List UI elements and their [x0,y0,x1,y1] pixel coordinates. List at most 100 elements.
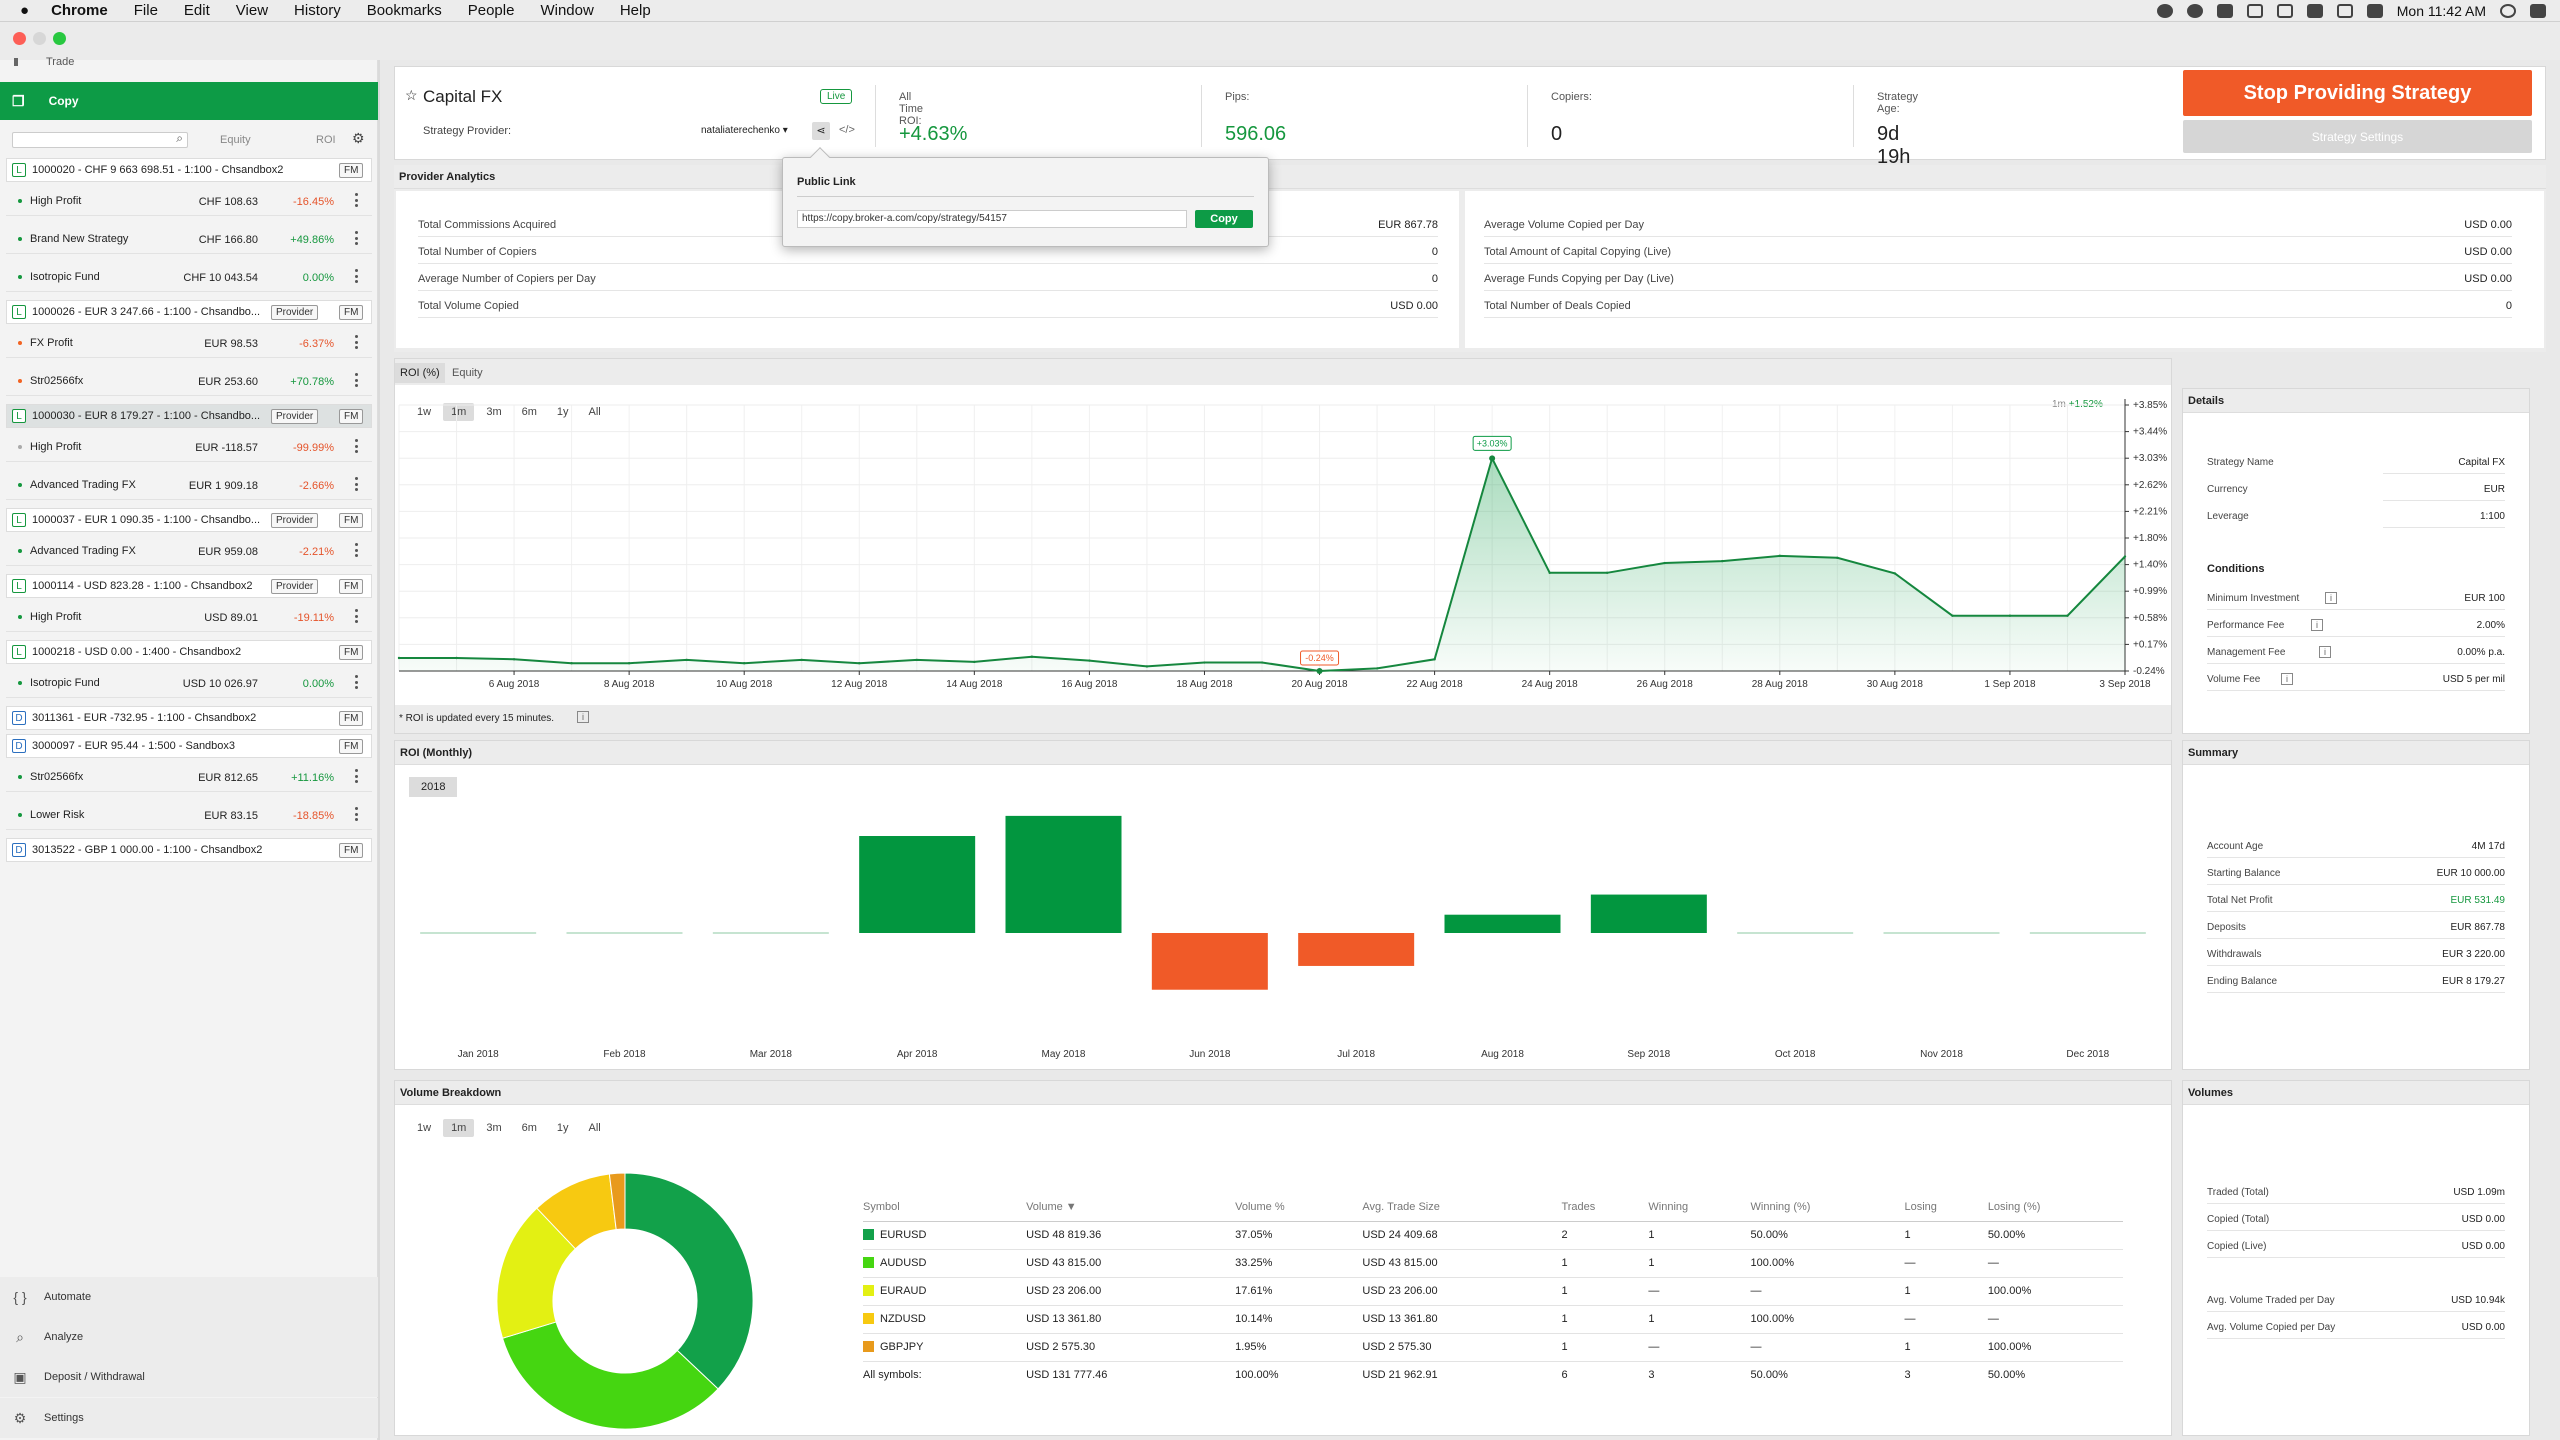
more-options-icon[interactable] [355,193,358,207]
public-link-url-field[interactable]: https://copy.broker-a.com/copy/strategy/… [797,210,1187,228]
strategy-row[interactable]: Brand New Strategy CHF 166.80 +49.86% [6,224,372,254]
keyboard-input-icon[interactable] [2366,4,2383,18]
nav-trade[interactable]: Trade [0,56,378,82]
nav-deposit-withdrawal[interactable]: ▣ Deposit / Withdrawal [0,1357,378,1397]
nav-analyze[interactable]: ⌕ Analyze [0,1317,378,1357]
sidebar-settings-gear-icon[interactable]: ⚙ [352,130,365,147]
menu-file[interactable]: File [134,2,158,19]
strategy-row[interactable]: High Profit EUR -118.57 -99.99% [6,432,372,462]
range-3m[interactable]: 3m [478,1119,509,1137]
strategy-row[interactable]: FX Profit EUR 98.53 -6.37% [6,328,372,358]
more-options-icon[interactable] [355,609,358,623]
tab-equity[interactable]: Equity [447,363,488,383]
account-row[interactable]: D 3011361 - EUR -732.95 - 1:100 - Chsandb… [6,706,372,730]
fm-tag[interactable]: FM [339,305,364,320]
more-options-icon[interactable] [355,439,358,453]
strategy-row[interactable]: Isotropic Fund USD 10 026.97 0.00% [6,668,372,698]
copy-link-button[interactable]: Copy [1195,210,1253,228]
embed-code-icon[interactable]: </> [839,124,855,136]
nav-settings[interactable]: ⚙ Settings [0,1398,378,1438]
more-options-icon[interactable] [355,543,358,557]
wifi-icon[interactable] [2276,4,2293,18]
volume-donut-chart[interactable] [495,1171,755,1431]
account-row[interactable]: L 1000037 - EUR 1 090.35 - 1:100 - Chsand… [6,508,372,532]
strategy-row[interactable]: Advanced Trading FX EUR 959.08 -2.21% [6,536,372,566]
minimize-window-button[interactable] [33,32,46,45]
more-options-icon[interactable] [355,807,358,821]
menu-people[interactable]: People [468,2,515,19]
menubar-clock[interactable]: Mon 11:42 AM [2397,3,2486,19]
more-options-icon[interactable] [355,373,358,387]
account-row[interactable]: D 3013522 - GBP 1 000.00 - 1:100 - Chsand… [6,838,372,862]
strategy-row[interactable]: Str02566fx EUR 812.65 +11.16% [6,762,372,792]
fm-tag[interactable]: FM [339,579,364,594]
fm-tag[interactable]: FM [339,513,364,528]
nav-automate[interactable]: { } Automate [0,1277,378,1317]
fm-tag[interactable]: FM [339,645,364,660]
table-row[interactable]: NZDUSD USD 13 361.80 10.14% USD 13 361.80 1 1… [863,1305,2123,1334]
menu-window[interactable]: Window [540,2,593,19]
more-options-icon[interactable] [355,769,358,783]
table-row[interactable]: EURAUD USD 23 206.00 17.61% USD 23 206.00 1 —… [863,1277,2123,1306]
provider-tag[interactable]: Provider [271,305,319,320]
fm-tag[interactable]: FM [339,163,364,178]
sidebar-search-input[interactable]: ⌕ [12,131,188,148]
account-row[interactable]: L 1000026 - EUR 3 247.66 - 1:100 - Chsand… [6,300,372,324]
provider-name-dropdown[interactable]: nataliaterechenko ▾ [701,125,788,136]
info-icon[interactable]: i [2281,673,2293,685]
account-row[interactable]: D 3000097 - EUR 95.44 - 1:500 - Sandbox3 F… [6,734,372,758]
app-menu[interactable]: Chrome [51,2,108,19]
menu-history[interactable]: History [294,2,341,19]
table-row[interactable]: GBPJPY USD 2 575.30 1.95% USD 2 575.30 1 — — 1 1… [863,1333,2123,1362]
column-header-equity[interactable]: Equity [220,134,251,146]
nav-copy[interactable]: ❐ Copy [0,82,378,120]
menu-help[interactable]: Help [620,2,651,19]
zoom-window-button[interactable] [53,32,66,45]
skype-icon[interactable] [2156,4,2173,18]
more-options-icon[interactable] [355,269,358,283]
menu-edit[interactable]: Edit [184,2,210,19]
info-icon[interactable]: i [2311,619,2323,631]
account-row[interactable]: L 1000218 - USD 0.00 - 1:400 - Chsandbox2… [6,640,372,664]
strategy-row[interactable]: Str02566fx EUR 253.60 +70.78% [6,366,372,396]
strategy-row[interactable]: Lower Risk EUR 83.15 -18.85% [6,800,372,830]
info-icon[interactable]: i [2325,592,2337,604]
info-icon[interactable]: i [577,711,589,723]
favorite-star-icon[interactable]: ☆ [405,87,418,104]
strategy-row[interactable]: Isotropic Fund CHF 10 043.54 0.00% [6,262,372,292]
column-header[interactable]: Volume ▼ [1026,1193,1236,1222]
roi-monthly-bar-chart[interactable]: Jan 2018 Feb 2018 Mar 2018 Apr 2018 May 2018… [395,801,2171,1067]
table-row[interactable]: EURUSD USD 48 819.36 37.05% USD 24 409.68 2 1… [863,1221,2123,1250]
range-1y[interactable]: 1y [549,1119,577,1137]
range-1w[interactable]: 1w [409,1119,439,1137]
strategy-row[interactable]: High Profit USD 89.01 -19.11% [6,602,372,632]
year-selector[interactable]: 2018 [409,777,458,797]
account-row[interactable]: L 1000020 - CHF 9 663 698.51 - 1:100 - Ch… [6,158,372,182]
provider-tag[interactable]: Provider [271,579,319,594]
roi-line-chart[interactable]: +3.85% +3.44% +3.03% +2.62% +2.21% +1.80% +1.4… [395,385,2171,705]
strategy-row[interactable]: Advanced Trading FX EUR 1 909.18 -2.66% [6,470,372,500]
more-options-icon[interactable] [355,675,358,689]
account-row[interactable]: L 1000030 - EUR 8 179.27 - 1:100 - Chsand… [6,404,372,428]
account-row[interactable]: L 1000114 - USD 823.28 - 1:100 - Chsandbo… [6,574,372,598]
share-icon[interactable]: ⋖ [812,122,830,140]
range-All[interactable]: All [581,1119,609,1137]
more-options-icon[interactable] [355,231,358,245]
fm-tag[interactable]: FM [339,711,364,726]
strategy-settings-button[interactable]: Strategy Settings [2183,120,2532,153]
battery-icon[interactable] [2336,4,2353,18]
table-row[interactable]: AUDUSD USD 43 815.00 33.25% USD 43 815.00 1 1… [863,1249,2123,1278]
cloud-icon[interactable] [2216,4,2233,18]
sync-icon[interactable] [2246,4,2263,18]
range-1m[interactable]: 1m [443,1119,475,1137]
more-options-icon[interactable] [355,335,358,349]
range-6m[interactable]: 6m [514,1119,545,1137]
fm-tag[interactable]: FM [339,739,364,754]
eject-icon[interactable] [2306,4,2323,18]
notification-center-icon[interactable] [2530,4,2546,18]
provider-tag[interactable]: Provider [271,513,319,528]
fm-tag[interactable]: FM [339,409,364,424]
stop-providing-strategy-button[interactable]: Stop Providing Strategy [2183,70,2532,116]
menu-view[interactable]: View [236,2,268,19]
spotlight-icon[interactable] [2500,4,2516,18]
